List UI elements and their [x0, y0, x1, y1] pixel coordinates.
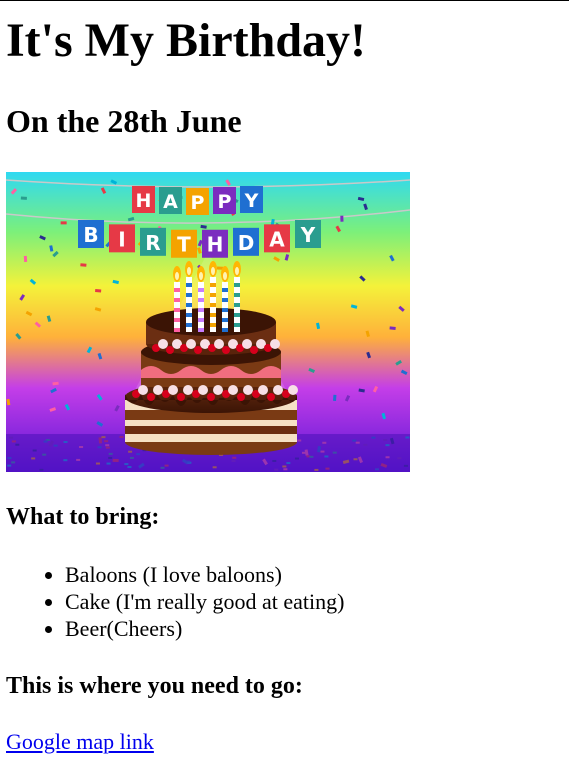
bring-heading: What to bring: — [6, 504, 160, 530]
svg-text:P: P — [218, 191, 232, 213]
list-item: Cake (I'm really good at eating) — [65, 588, 344, 615]
date-heading: On the 28th June — [6, 103, 242, 139]
svg-text:H: H — [136, 190, 152, 212]
birthday-cake-image: HAPPY BIRTHDAY — [6, 172, 410, 472]
list-item: Beer(Cheers) — [65, 615, 344, 642]
svg-text:Y: Y — [300, 223, 316, 247]
svg-text:D: D — [238, 231, 255, 255]
svg-text:P: P — [191, 192, 205, 214]
svg-text:A: A — [269, 227, 285, 251]
google-map-link[interactable]: Google map link — [6, 728, 154, 756]
top-border — [0, 0, 569, 1]
bring-list: Baloons (I love baloons) Cake (I'm reall… — [6, 561, 344, 642]
svg-text:B: B — [83, 223, 98, 247]
svg-text:Y: Y — [244, 190, 259, 212]
svg-text:I: I — [118, 227, 125, 251]
page-title: It's My Birthday! — [6, 14, 366, 67]
svg-text:R: R — [145, 231, 160, 255]
svg-text:A: A — [163, 191, 178, 213]
svg-text:H: H — [207, 233, 224, 257]
list-item: Baloons (I love baloons) — [65, 561, 344, 588]
where-heading: This is where you need to go: — [6, 673, 303, 699]
svg-text:T: T — [177, 233, 191, 257]
